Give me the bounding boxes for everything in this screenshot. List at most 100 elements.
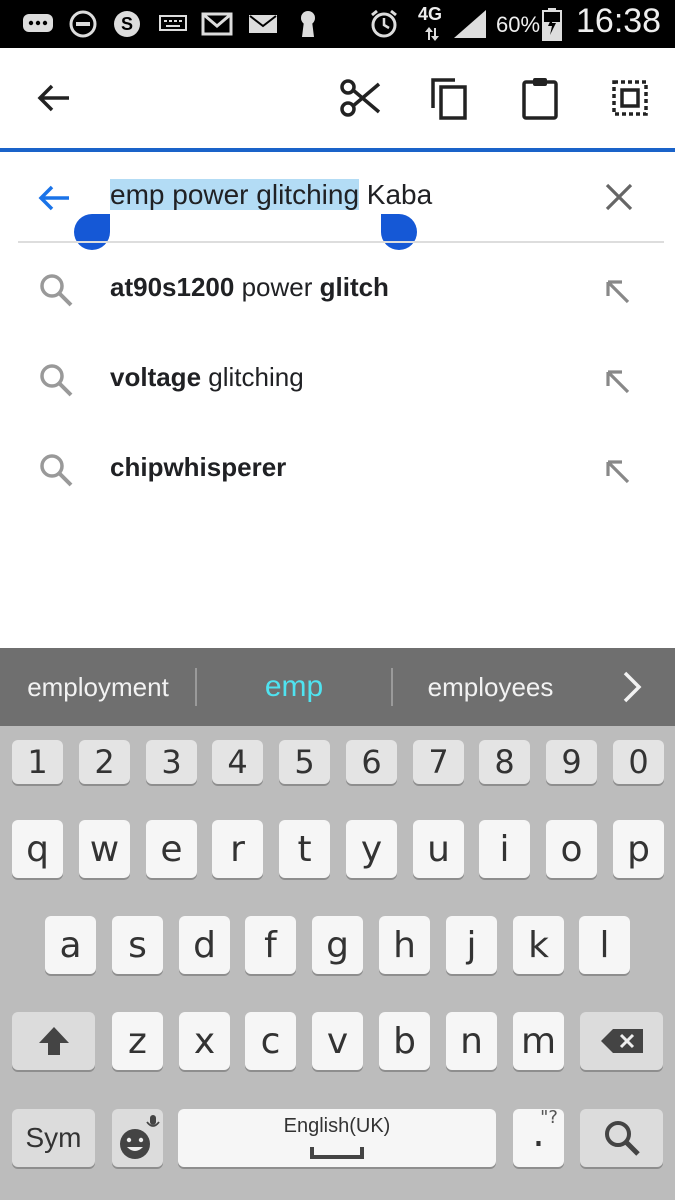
battery-percent: 60% — [496, 12, 541, 37]
key-z[interactable]: z — [112, 1012, 163, 1070]
search-box: emp power glitching Kaba — [0, 152, 675, 250]
suggestion-item[interactable]: voltage glitching — [0, 334, 675, 424]
battery-icon — [540, 8, 564, 41]
space-bar-icon — [310, 1147, 364, 1159]
period-key-hint: "? — [540, 1107, 558, 1128]
key-w[interactable]: w — [79, 820, 130, 878]
keyhole-icon — [294, 8, 322, 40]
data-arrows-icon — [420, 26, 444, 42]
key-a[interactable]: a — [45, 916, 96, 974]
do-not-disturb-icon — [66, 8, 100, 40]
key-4[interactable]: 4 — [212, 740, 263, 784]
key-5[interactable]: 5 — [279, 740, 330, 784]
suggestion-text: chipwhisperer — [110, 452, 287, 482]
backspace-key[interactable] — [580, 1012, 663, 1070]
key-l[interactable]: l — [579, 916, 630, 974]
prediction-bar: employment emp employees — [0, 648, 675, 726]
arrow-up-left-icon — [606, 460, 630, 484]
key-3[interactable]: 3 — [146, 740, 197, 784]
key-c[interactable]: c — [245, 1012, 296, 1070]
key-8[interactable]: 8 — [479, 740, 530, 784]
key-m[interactable]: m — [513, 1012, 564, 1070]
backspace-icon — [600, 1029, 643, 1053]
space-key-label: English(UK) — [283, 1115, 391, 1137]
back-arrow-icon — [38, 185, 69, 211]
key-9[interactable]: 9 — [546, 740, 597, 784]
search-divider — [18, 241, 664, 243]
key-y[interactable]: y — [346, 820, 397, 878]
key-u[interactable]: u — [413, 820, 464, 878]
prediction-right[interactable]: employees — [393, 648, 588, 726]
suggestion-text: at90s1200 power glitch — [110, 272, 389, 302]
fill-query-button[interactable] — [596, 360, 640, 404]
selected-text: emp power glitching — [110, 179, 360, 210]
key-s[interactable]: s — [112, 916, 163, 974]
period-key[interactable]: "? . — [513, 1107, 564, 1167]
fill-query-button[interactable] — [596, 450, 640, 494]
back-arrow-icon — [37, 84, 69, 112]
key-o[interactable]: o — [546, 820, 597, 878]
key-d[interactable]: d — [179, 916, 230, 974]
keyboard-icon — [158, 8, 188, 40]
close-icon — [605, 183, 633, 211]
key-v[interactable]: v — [312, 1012, 363, 1070]
key-b[interactable]: b — [379, 1012, 430, 1070]
more-predictions-button[interactable] — [612, 667, 652, 707]
search-icon — [36, 270, 76, 310]
chevron-right-icon — [623, 671, 642, 703]
email-icon — [246, 8, 280, 40]
key-k[interactable]: k — [513, 916, 564, 974]
search-key[interactable] — [580, 1109, 663, 1167]
search-icon — [604, 1121, 640, 1156]
key-g[interactable]: g — [312, 916, 363, 974]
search-icon — [36, 360, 76, 400]
key-n[interactable]: n — [446, 1012, 497, 1070]
key-h[interactable]: h — [379, 916, 430, 974]
search-back-button[interactable] — [30, 174, 78, 222]
alarm-icon — [366, 8, 402, 40]
key-6[interactable]: 6 — [346, 740, 397, 784]
emoji-icon — [119, 1115, 160, 1159]
fill-query-button[interactable] — [596, 270, 640, 314]
svg-text:S: S — [121, 14, 133, 34]
copy-button[interactable] — [421, 70, 477, 126]
keyboard: 1 2 3 4 5 6 7 8 9 0 q w e r t y u i o p … — [0, 726, 675, 1200]
text-selection-toolbar — [0, 48, 675, 148]
key-r[interactable]: r — [212, 820, 263, 878]
message-icon — [20, 8, 56, 40]
key-0[interactable]: 0 — [613, 740, 664, 784]
cut-button[interactable] — [333, 70, 389, 126]
clear-button[interactable] — [594, 172, 644, 222]
key-p[interactable]: p — [613, 820, 664, 878]
key-q[interactable]: q — [12, 820, 63, 878]
sym-key[interactable]: Sym — [12, 1109, 95, 1167]
key-x[interactable]: x — [179, 1012, 230, 1070]
signal-icon — [450, 8, 490, 40]
paste-button[interactable] — [512, 70, 568, 126]
suggestion-item[interactable]: chipwhisperer — [0, 424, 675, 514]
prediction-middle[interactable]: emp — [197, 648, 391, 726]
key-f[interactable]: f — [245, 916, 296, 974]
unselected-text: Kaba — [359, 179, 433, 210]
select-all-button[interactable] — [602, 70, 658, 126]
key-2[interactable]: 2 — [79, 740, 130, 784]
shift-icon — [38, 1027, 69, 1055]
key-7[interactable]: 7 — [413, 740, 464, 784]
search-icon — [36, 450, 76, 490]
key-1[interactable]: 1 — [12, 740, 63, 784]
cut-icon — [340, 79, 381, 117]
paste-icon — [522, 78, 558, 120]
suggestion-item[interactable]: at90s1200 power glitch — [0, 244, 675, 334]
key-j[interactable]: j — [446, 916, 497, 974]
space-key[interactable]: English(UK) — [178, 1109, 496, 1167]
arrow-up-left-icon — [606, 370, 630, 394]
key-t[interactable]: t — [279, 820, 330, 878]
back-button[interactable] — [25, 70, 81, 126]
prediction-left[interactable]: employment — [0, 648, 196, 726]
shift-key[interactable] — [12, 1012, 95, 1070]
gmail-icon — [200, 8, 234, 40]
key-i[interactable]: i — [479, 820, 530, 878]
key-e[interactable]: e — [146, 820, 197, 878]
search-input[interactable]: emp power glitching Kaba — [110, 170, 432, 220]
emoji-key[interactable] — [112, 1109, 163, 1167]
